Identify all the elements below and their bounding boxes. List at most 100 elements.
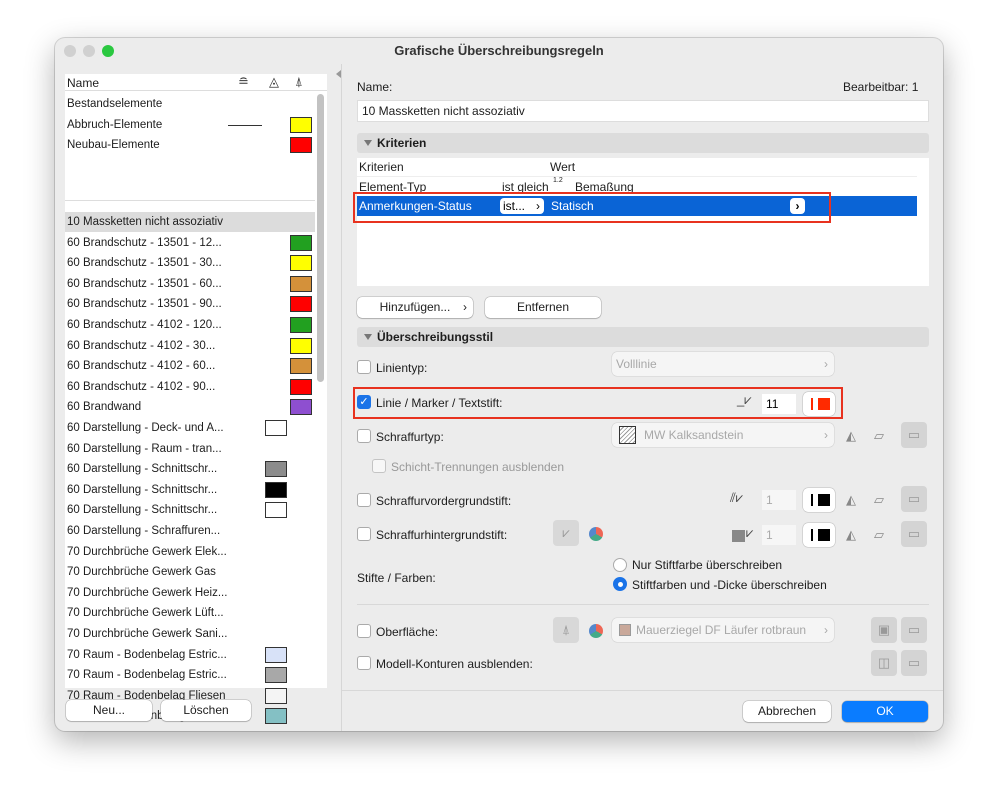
bg-cut-icon[interactable]: ◭: [846, 527, 856, 543]
contours-option-button-2[interactable]: ▭: [901, 650, 927, 676]
name-input[interactable]: 10 Massketten nicht assoziativ: [357, 100, 929, 122]
fill-type-label: Schraffurtyp:: [376, 430, 444, 444]
bg-pen-color-button[interactable]: [803, 523, 835, 547]
list-item[interactable]: 60 Brandschutz - 13501 - 30...: [65, 253, 315, 273]
bg-pen-icon: ⩗: [746, 525, 754, 540]
radio-color-and-weight[interactable]: [613, 577, 627, 591]
column-name[interactable]: Name: [67, 76, 99, 90]
fg-surface-button[interactable]: ▭: [901, 486, 927, 512]
surface-option-button-1[interactable]: ▣: [871, 617, 897, 643]
radio-color-only[interactable]: [613, 558, 627, 572]
fill-swatch: [265, 646, 287, 663]
fill-swatch: [265, 481, 287, 498]
contours-option-button-1[interactable]: ◫: [871, 650, 897, 676]
fg-pen-input[interactable]: 1: [762, 490, 796, 510]
hide-layers-checkbox[interactable]: [372, 459, 386, 473]
fg-pen-color-button[interactable]: [803, 488, 835, 512]
fill-column-icon[interactable]: ◬: [269, 74, 279, 90]
delete-button[interactable]: Löschen: [161, 700, 251, 721]
separator: [357, 604, 929, 605]
list-item[interactable]: 60 Darstellung - Schraffuren...: [65, 521, 315, 541]
list-item[interactable]: Bestandselemente: [67, 94, 317, 114]
surface-checkbox[interactable]: [357, 624, 371, 638]
pen-color-swatch: [290, 234, 312, 251]
list-separator: [65, 200, 315, 201]
list-header: Name ≘ ◬ ⍋: [65, 74, 327, 91]
list-item[interactable]: 60 Brandschutz - 13501 - 60...: [65, 274, 315, 294]
fill-surface-button[interactable]: ▭: [901, 422, 927, 448]
bg-surface-button[interactable]: ▭: [901, 521, 927, 547]
list-scrollbar[interactable]: [317, 94, 324, 382]
pen-color-swatch: [290, 317, 312, 333]
radio-color-and-weight-label: Stiftfarben und -Dicke überschreiben: [632, 578, 827, 592]
criteria-section-header[interactable]: Kriterien: [357, 133, 929, 153]
linetype-dropdown[interactable]: Volllinie ›: [612, 352, 834, 376]
color-wheel-icon[interactable]: [589, 527, 603, 541]
list-item[interactable]: Neubau-Elemente: [67, 135, 317, 155]
fill-swatch: [265, 461, 287, 478]
list-item[interactable]: 60 Brandschutz - 13501 - 12...: [65, 233, 315, 253]
splitter[interactable]: [341, 64, 342, 731]
list-item[interactable]: 70 Durchbrüche Gewerk Elek...: [65, 542, 315, 562]
fg-cover-icon[interactable]: ▱: [874, 492, 884, 508]
pens-label: Stifte / Farben:: [357, 571, 436, 585]
surface-option-button-2[interactable]: ▭: [901, 617, 927, 643]
highlight-box: [353, 387, 843, 419]
list-item[interactable]: 60 Brandschutz - 13501 - 90...: [65, 294, 315, 314]
fill-type-dropdown[interactable]: MW Kalksandstein ›: [612, 423, 834, 447]
list-item[interactable]: Abbruch-Elemente: [67, 115, 317, 135]
list-item[interactable]: 60 Brandschutz - 4102 - 30...: [65, 336, 315, 356]
list-item[interactable]: 70 Durchbrüche Gewerk Gas: [65, 562, 315, 582]
list-item[interactable]: 60 Brandschutz - 4102 - 90...: [65, 377, 315, 397]
collapse-arrow-icon[interactable]: [336, 70, 341, 78]
editable-count: Bearbeitbar: 1: [843, 80, 919, 94]
fill-swatch: [265, 708, 287, 725]
surface-swatch: [619, 624, 631, 636]
fg-cut-icon[interactable]: ◭: [846, 492, 856, 508]
list-item[interactable]: 70 Durchbrüche Gewerk Sani...: [65, 624, 315, 644]
name-label: Name:: [357, 80, 393, 94]
hatch-icon: [619, 426, 636, 444]
bg-cover-icon[interactable]: ▱: [874, 527, 884, 543]
rules-list[interactable]: Name ≘ ◬ ⍋ Bestandselemente Abbruch-Eleme…: [65, 74, 327, 725]
pen-color-swatch: [290, 275, 312, 292]
hide-contours-checkbox[interactable]: [357, 656, 371, 670]
list-item[interactable]: 70 Durchbrüche Gewerk Heiz...: [65, 583, 315, 603]
fill-type-checkbox[interactable]: [357, 429, 371, 443]
list-item[interactable]: 60 Brandwand: [65, 397, 315, 417]
color-wheel-icon[interactable]: [589, 624, 603, 638]
list-item[interactable]: 60 Brandschutz - 4102 - 60...: [65, 356, 315, 376]
hide-contours-label: Modell-Konturen ausblenden:: [376, 657, 533, 671]
dialog-window: Grafische Überschreibungsregeln Name ≘ ◬…: [55, 38, 943, 731]
fill-cover-icon[interactable]: ▱: [874, 428, 884, 444]
fg-pen-label: Schraffurvordergrundstift:: [376, 494, 512, 508]
pen-color-swatch: [290, 296, 312, 313]
fill-swatch: [265, 502, 287, 519]
bg-pen-label: Schraffurhintergrundstift:: [376, 528, 508, 542]
fg-pen-checkbox[interactable]: [357, 493, 371, 507]
cancel-button[interactable]: Abbrechen: [743, 701, 831, 722]
remove-criterion-button[interactable]: Entfernen: [485, 297, 601, 318]
list-item[interactable]: 10 Massketten nicht assoziativ: [65, 212, 315, 232]
ok-button[interactable]: OK: [842, 701, 928, 722]
list-item[interactable]: 70 Durchbrüche Gewerk Lüft...: [65, 603, 315, 623]
bg-pen-checkbox[interactable]: [357, 527, 371, 541]
bg-pen-button[interactable]: ⩗: [553, 520, 579, 546]
surface-dropdown[interactable]: Mauerziegel DF Läufer rotbraun ›: [612, 618, 834, 642]
add-criterion-button[interactable]: Hinzufügen... ›: [357, 297, 473, 318]
surface-column-icon[interactable]: ⍋: [295, 74, 303, 90]
line-column-icon[interactable]: ≘: [238, 74, 249, 90]
linetype-label: Linientyp:: [376, 361, 428, 375]
bg-pen-input[interactable]: 1: [762, 525, 796, 545]
style-section-header[interactable]: Überschreibungsstil: [357, 327, 929, 347]
surface-brush-button[interactable]: ⍋: [553, 617, 579, 643]
radio-color-only-label: Nur Stiftfarbe überschreiben: [632, 558, 783, 572]
fill-cut-icon[interactable]: ◭: [846, 428, 856, 444]
surface-label: Oberfläche:: [376, 625, 439, 639]
color-swatch: [290, 137, 312, 154]
linetype-checkbox[interactable]: [357, 360, 371, 374]
new-button[interactable]: Neu...: [66, 700, 152, 721]
list-item[interactable]: 60 Brandschutz - 4102 - 120...: [65, 315, 315, 335]
pen-color-swatch: [290, 399, 312, 416]
list-item[interactable]: 60 Darstellung - Raum - tran...: [65, 439, 315, 459]
